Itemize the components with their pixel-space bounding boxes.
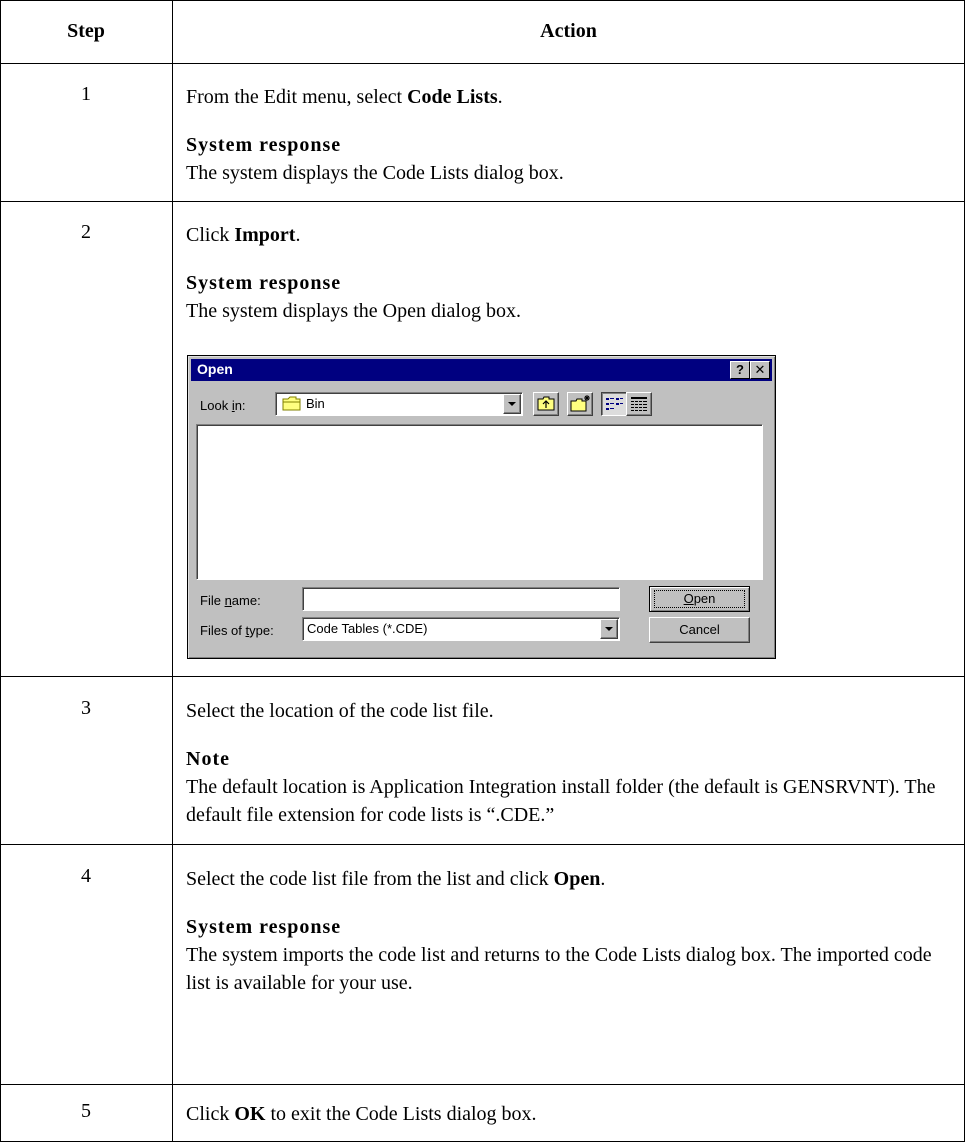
row-divider [0, 201, 965, 202]
file-list-pane[interactable] [196, 424, 763, 580]
instruction-text: Select the code list file from the list … [186, 868, 554, 890]
list-view-icon [606, 398, 623, 410]
files-of-type-select[interactable]: Code Tables (*.CDE) [302, 617, 620, 641]
note-text: The default location is Application Inte… [186, 776, 936, 826]
header-step: Step [67, 20, 105, 42]
header-action: Action [540, 20, 597, 42]
step-action: From the Edit menu, select Code Lists. S… [186, 83, 956, 187]
details-view-button[interactable] [626, 392, 652, 416]
look-in-label: Look in: [200, 398, 246, 413]
instruction-text: . [497, 86, 503, 108]
instruction-text: . [295, 224, 301, 246]
ui-term: Open [553, 868, 601, 890]
ui-term: OK [234, 1103, 266, 1125]
cancel-button[interactable]: Cancel [649, 617, 750, 643]
instruction-text: Click [186, 224, 235, 246]
dialog-title: Open [197, 361, 233, 377]
dropdown-arrow-icon [605, 627, 613, 631]
look-in-value: Bin [306, 396, 325, 411]
system-response-heading: System response [186, 916, 342, 938]
row-divider [0, 63, 965, 64]
instruction: Select the code list file from the list … [186, 865, 956, 893]
step-number: 5 [81, 1100, 91, 1122]
row-divider [0, 676, 965, 677]
dialog-titlebar: Open ? ✕ [191, 359, 772, 381]
instruction: Select the location of the code list fil… [186, 700, 494, 722]
open-button-label: Open [654, 590, 745, 608]
note-heading: Note [186, 748, 230, 770]
step-action: Select the location of the code list fil… [186, 697, 956, 829]
system-response-text: The system imports the code list and ret… [186, 944, 932, 994]
instruction-text: to exit the Code Lists dialog box. [265, 1103, 537, 1125]
step-action: Select the code list file from the list … [186, 865, 956, 997]
look-in-select[interactable]: Bin [275, 392, 523, 416]
system-response-text: The system displays the Code Lists dialo… [186, 162, 564, 184]
ui-term: Code Lists [407, 86, 498, 108]
table-border-left [0, 0, 1, 1142]
table-border-right [964, 0, 965, 1142]
step-number: 3 [81, 697, 91, 719]
folder-icon [282, 396, 302, 411]
files-of-type-dropdown-button[interactable] [600, 619, 618, 639]
instruction: Click OK to exit the Code Lists dialog b… [186, 1100, 956, 1128]
open-dialog: Open ? ✕ Look in: Bin File name: Open Fi… [187, 355, 776, 659]
step-action: Click OK to exit the Code Lists dialog b… [186, 1100, 956, 1128]
file-name-label: File name: [200, 593, 261, 608]
system-response-heading: System response [186, 134, 342, 156]
instruction-text: . [600, 868, 606, 890]
files-of-type-value: Code Tables (*.CDE) [307, 621, 428, 636]
system-response-text: The system displays the Open dialog box. [186, 300, 521, 322]
help-button[interactable]: ? [730, 361, 750, 379]
step-action: Click Import. System response The system… [186, 221, 956, 325]
up-folder-icon [537, 396, 555, 411]
open-button[interactable]: Open [649, 586, 750, 612]
instruction: Click Import. [186, 221, 956, 249]
dropdown-arrow-icon [508, 402, 516, 406]
step-number: 1 [81, 83, 91, 105]
new-folder-icon [570, 395, 590, 412]
list-view-button[interactable] [601, 392, 627, 416]
step-number: 2 [81, 221, 91, 243]
row-divider [0, 1084, 965, 1085]
up-one-level-button[interactable] [533, 392, 559, 416]
files-of-type-label: Files of type: [200, 623, 274, 638]
instruction: From the Edit menu, select Code Lists. [186, 83, 956, 111]
create-new-folder-button[interactable] [567, 392, 593, 416]
ui-term: Import [234, 224, 296, 246]
look-in-dropdown-button[interactable] [503, 394, 521, 414]
table-border-bottom [0, 1141, 965, 1142]
step-number: 4 [81, 865, 91, 887]
column-divider [172, 0, 173, 1142]
file-name-input[interactable] [302, 587, 620, 611]
details-view-icon [631, 397, 647, 411]
close-button[interactable]: ✕ [750, 361, 770, 379]
instruction-text: Click [186, 1103, 235, 1125]
row-divider [0, 844, 965, 845]
system-response-heading: System response [186, 272, 342, 294]
instruction-text: From the Edit menu, select [186, 86, 408, 108]
